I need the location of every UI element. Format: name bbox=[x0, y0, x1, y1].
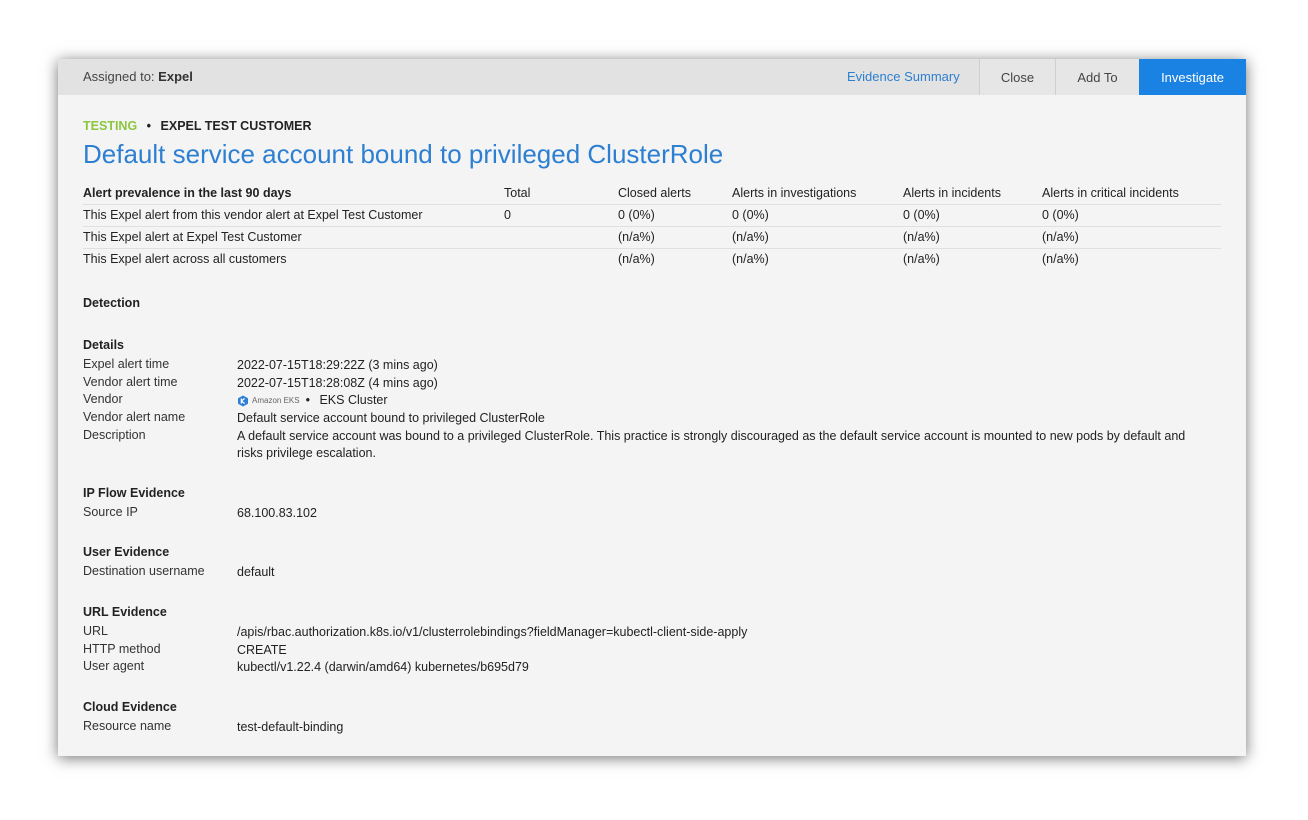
table-cell: This Expel alert from this vendor alert … bbox=[83, 204, 504, 227]
table-cell: (n/a%) bbox=[618, 226, 732, 249]
column-header: Alerts in incidents bbox=[903, 184, 1042, 205]
cloud-evidence-heading: Cloud Evidence bbox=[83, 700, 177, 714]
column-header: Alert prevalence in the last 90 days bbox=[83, 184, 504, 205]
table-cell: (n/a%) bbox=[618, 252, 655, 266]
table-cell: This Expel alert at Expel Test Customer bbox=[83, 226, 504, 249]
status-badge: TESTING bbox=[83, 119, 138, 133]
column-header: Alerts in critical incidents bbox=[1042, 184, 1221, 205]
table-cell: This Expel alert across all customers bbox=[83, 252, 287, 266]
field-label: Vendor alert time bbox=[83, 375, 178, 389]
field-label: Vendor alert name bbox=[83, 410, 186, 424]
field-label: Source IP bbox=[83, 505, 138, 519]
url-evidence-heading: URL Evidence bbox=[83, 605, 167, 619]
amazon-eks-icon bbox=[238, 395, 248, 407]
alert-panel: Assigned to: Expel Evidence Summary Clos… bbox=[58, 59, 1246, 756]
customer-name: EXPEL TEST CUSTOMER bbox=[160, 119, 312, 133]
field-value: /apis/rbac.authorization.k8s.io/v1/clust… bbox=[237, 625, 748, 639]
column-header: Total bbox=[504, 184, 618, 205]
detection-heading: Detection bbox=[83, 296, 140, 310]
field-value: default bbox=[237, 565, 275, 579]
table-cell: (n/a%) bbox=[732, 226, 903, 249]
table-cell: (n/a%) bbox=[1042, 226, 1221, 249]
field-label: Vendor bbox=[83, 392, 123, 406]
field-value: 68.100.83.102 bbox=[237, 506, 317, 520]
table-header-row: Alert prevalence in the last 90 days Tot… bbox=[83, 184, 1221, 205]
table-row: This Expel alert across all customers (n… bbox=[83, 249, 1221, 271]
vendor-name: EKS Cluster bbox=[319, 393, 388, 407]
field-value: A default service account was bound to a… bbox=[237, 429, 1186, 460]
field-label: Resource name bbox=[83, 719, 172, 733]
field-label: User agent bbox=[83, 659, 145, 673]
table-cell: 0 (0%) bbox=[618, 204, 732, 227]
assigned-to: Assigned to: Expel bbox=[83, 69, 193, 84]
field-value: 2022-07-15T18:29:22Z (3 mins ago) bbox=[237, 358, 438, 372]
field-label: Expel alert time bbox=[83, 357, 170, 371]
user-evidence-heading: User Evidence bbox=[83, 545, 170, 559]
table-cell bbox=[504, 249, 618, 271]
field-label: HTTP method bbox=[83, 642, 161, 656]
table-cell bbox=[504, 226, 618, 249]
field-value: Default service account bound to privile… bbox=[237, 411, 545, 425]
assigned-label: Assigned to: bbox=[83, 69, 155, 84]
field-label: Description bbox=[83, 428, 146, 442]
table-row: This Expel alert from this vendor alert … bbox=[83, 204, 1221, 227]
table-row: This Expel alert at Expel Test Customer … bbox=[83, 226, 1221, 249]
prevalence-table: Alert prevalence in the last 90 days Tot… bbox=[83, 184, 1221, 270]
field-value: kubectl/v1.22.4 (darwin/amd64) kubernete… bbox=[237, 660, 529, 674]
close-button[interactable]: Close bbox=[979, 59, 1055, 95]
add-to-button[interactable]: Add To bbox=[1055, 59, 1139, 95]
column-header: Alerts in investigations bbox=[732, 184, 903, 205]
table-cell: 0 bbox=[504, 204, 618, 227]
table-cell: 0 (0%) bbox=[732, 204, 903, 227]
field-value: CREATE bbox=[237, 643, 287, 657]
separator-dot: • bbox=[305, 393, 310, 407]
field-label: URL bbox=[83, 624, 109, 638]
field-label: Destination username bbox=[83, 564, 205, 578]
table-cell: (n/a%) bbox=[732, 252, 769, 266]
column-header: Closed alerts bbox=[618, 184, 732, 205]
table-cell: 0 (0%) bbox=[1042, 204, 1221, 227]
table-cell: (n/a%) bbox=[1042, 252, 1079, 266]
table-cell: (n/a%) bbox=[903, 226, 1042, 249]
evidence-summary-link[interactable]: Evidence Summary bbox=[847, 69, 960, 84]
assigned-value: Expel bbox=[158, 69, 193, 84]
separator-dot: • bbox=[146, 119, 152, 133]
field-value: Amazon EKS • EKS Cluster bbox=[237, 392, 1212, 409]
details-heading: Details bbox=[83, 338, 124, 352]
table-cell: 0 (0%) bbox=[903, 204, 1042, 227]
investigate-button[interactable]: Investigate bbox=[1139, 59, 1246, 95]
alert-tagline: TESTING • EXPEL TEST CUSTOMER bbox=[83, 119, 311, 133]
field-value: 2022-07-15T18:28:08Z (4 mins ago) bbox=[237, 376, 438, 390]
page-title: Default service account bound to privile… bbox=[83, 139, 724, 169]
top-bar: Assigned to: Expel Evidence Summary Clos… bbox=[58, 59, 1246, 95]
table-cell: (n/a%) bbox=[903, 252, 940, 266]
vendor-logo-text: Amazon EKS bbox=[252, 396, 300, 406]
field-value: test-default-binding bbox=[237, 720, 344, 734]
ip-flow-heading: IP Flow Evidence bbox=[83, 486, 185, 500]
